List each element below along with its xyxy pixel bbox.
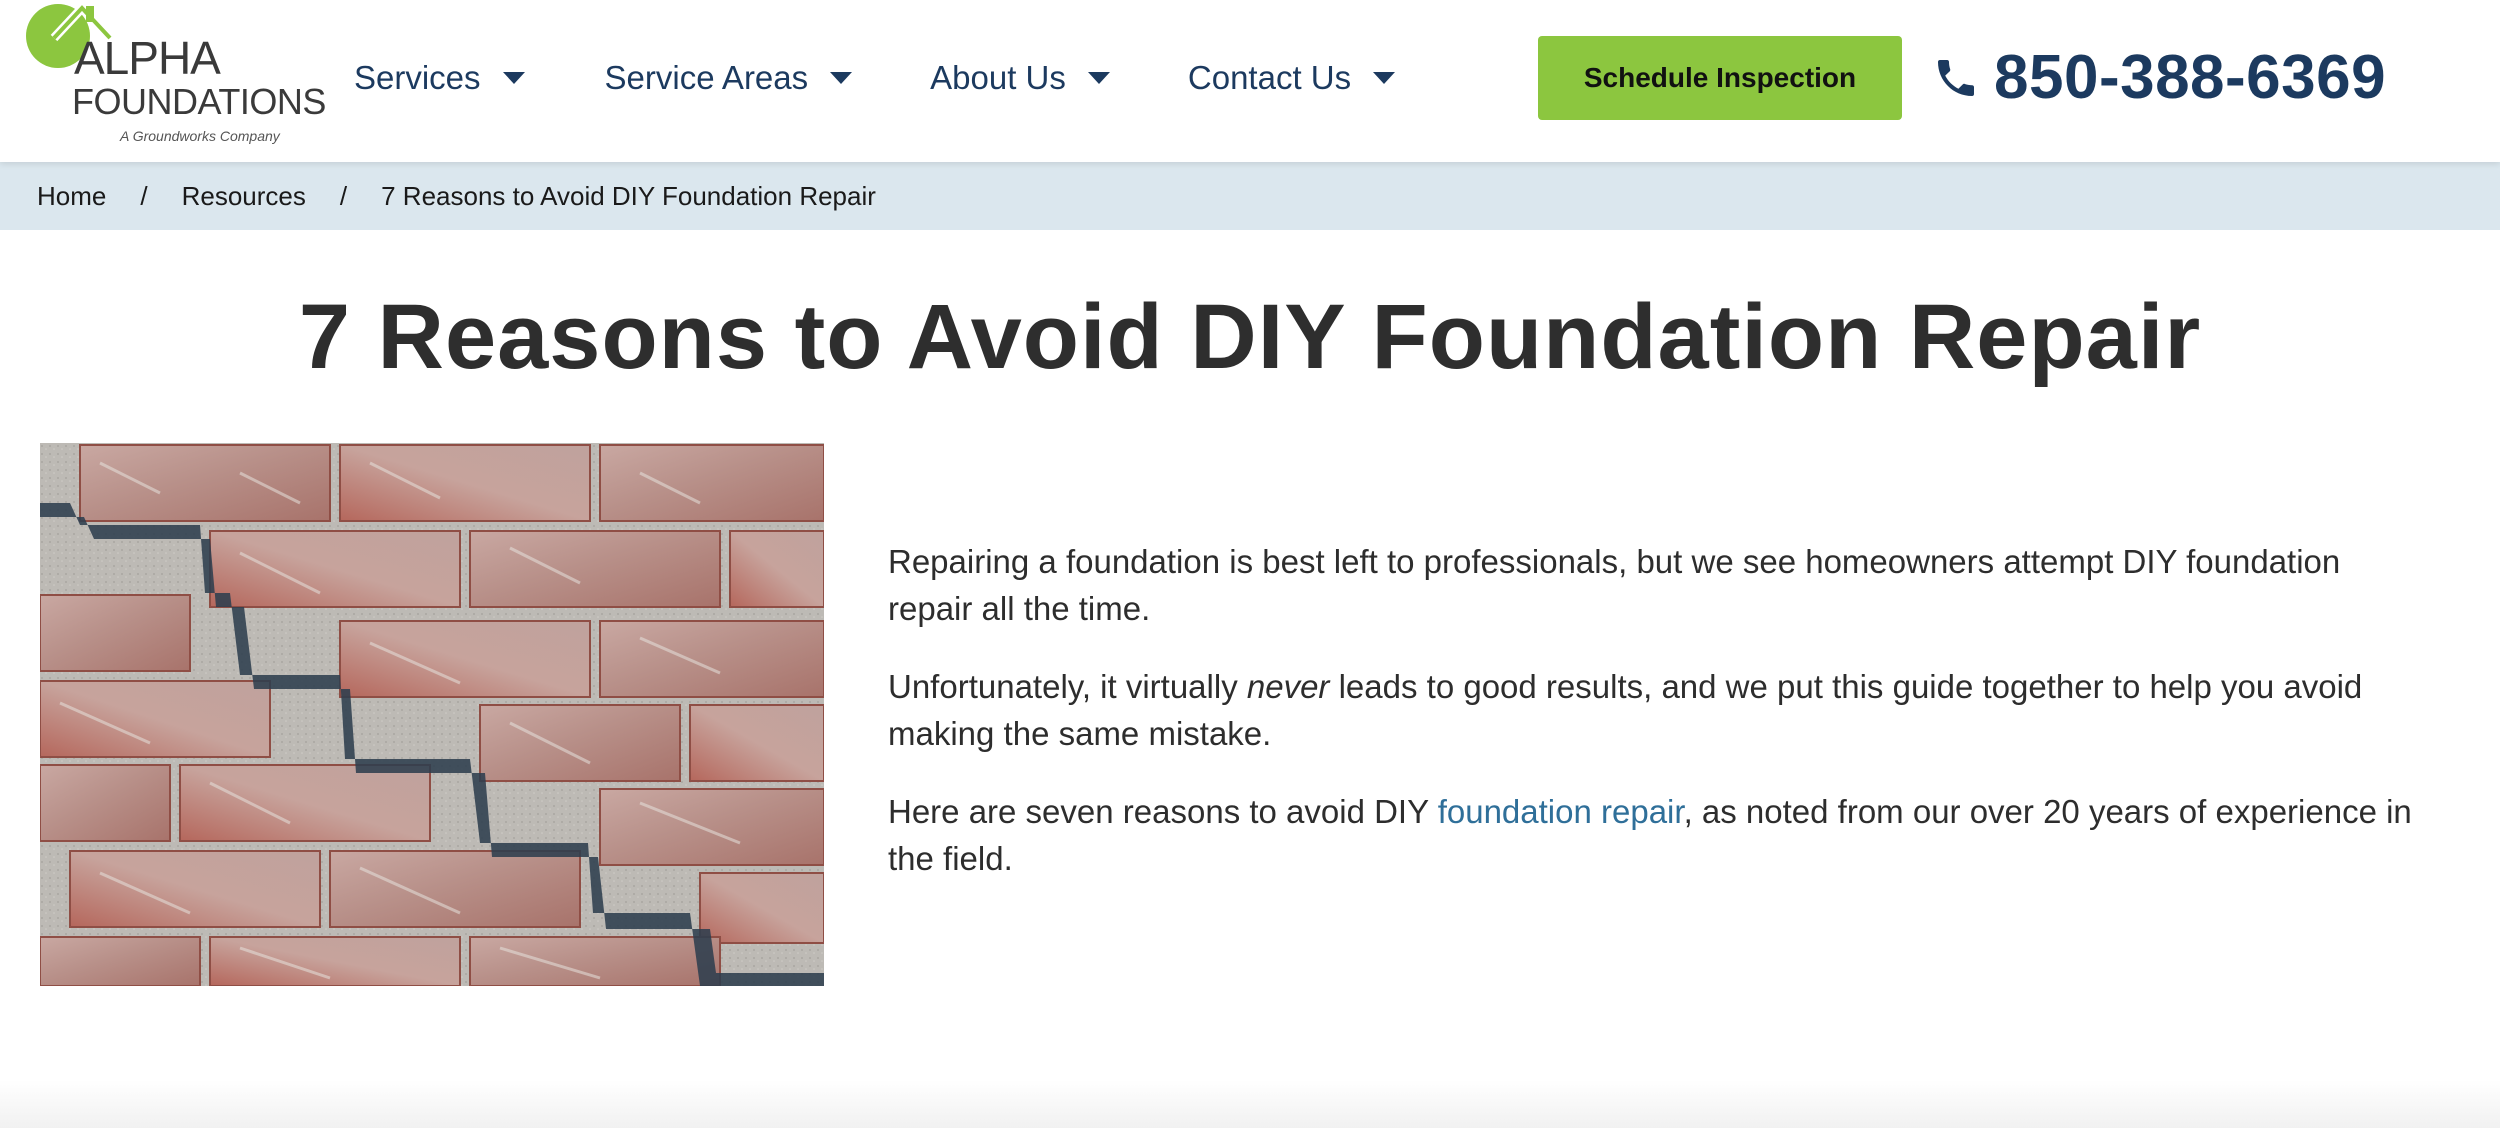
logo-tagline: A Groundworks Company	[120, 128, 280, 144]
intro-text: Unfortunately, it virtually	[888, 668, 1247, 705]
breadcrumb-current-page: 7 Reasons to Avoid DIY Foundation Repair	[381, 180, 876, 211]
breadcrumb-home-link[interactable]: Home	[37, 181, 106, 212]
main-nav: Services Service Areas About Us Contact …	[354, 48, 1396, 108]
phone-number: 850-388-6369	[1994, 43, 2387, 112]
logo-wordmark-foundations: FOUNDATIONS	[72, 81, 326, 122]
foundation-repair-link[interactable]: foundation repair	[1438, 793, 1684, 830]
cracked-brick-wall-image	[40, 443, 824, 986]
nav-item-services[interactable]: Services	[354, 48, 525, 108]
intro-paragraph-2: Unfortunately, it virtually never leads …	[888, 663, 2428, 757]
section-divider-shadow	[0, 1080, 2500, 1128]
emphasis-text: never	[1246, 668, 1330, 705]
brick-wall-illustration	[40, 443, 824, 986]
intro-paragraph-3: Here are seven reasons to avoid DIY foun…	[888, 788, 2428, 882]
logo-wordmark-alpha: ALPHA	[74, 32, 221, 84]
nav-item-about-us[interactable]: About Us	[930, 48, 1110, 108]
schedule-inspection-button[interactable]: Schedule Inspection	[1538, 36, 1902, 120]
caret-down-icon	[1087, 72, 1110, 84]
nav-item-label: Contact Us	[1187, 59, 1352, 96]
phone-link[interactable]: 850-388-6369	[1932, 40, 2386, 116]
nav-item-service-areas[interactable]: Service Areas	[605, 48, 853, 108]
intro-text: Here are seven reasons to avoid DIY	[888, 793, 1438, 830]
phone-icon	[1938, 60, 1974, 96]
site-header: ALPHA FOUNDATIONS A Groundworks Company …	[0, 0, 2500, 162]
intro-paragraph-1: Repairing a foundation is best left to p…	[888, 543, 2341, 627]
page-title: 7 Reasons to Avoid DIY Foundation Repair	[298, 286, 2202, 388]
caret-down-icon	[1373, 72, 1396, 84]
nav-item-label: Service Areas	[604, 59, 809, 96]
breadcrumb-separator: /	[140, 180, 148, 211]
breadcrumb: Home / Resources / 7 Reasons to Avoid DI…	[0, 162, 2500, 230]
nav-item-label: Services	[354, 59, 481, 96]
nav-item-label: About Us	[930, 59, 1066, 96]
caret-down-icon	[502, 72, 525, 84]
alpha-foundations-logo[interactable]: ALPHA FOUNDATIONS A Groundworks Company	[24, 0, 334, 150]
nav-item-contact-us[interactable]: Contact Us	[1187, 48, 1396, 108]
breadcrumb-resources-link[interactable]: Resources	[182, 181, 306, 212]
breadcrumb-separator: /	[339, 180, 348, 211]
caret-down-icon	[830, 72, 853, 84]
article-intro: Repairing a foundation is best left to p…	[888, 538, 2428, 913]
